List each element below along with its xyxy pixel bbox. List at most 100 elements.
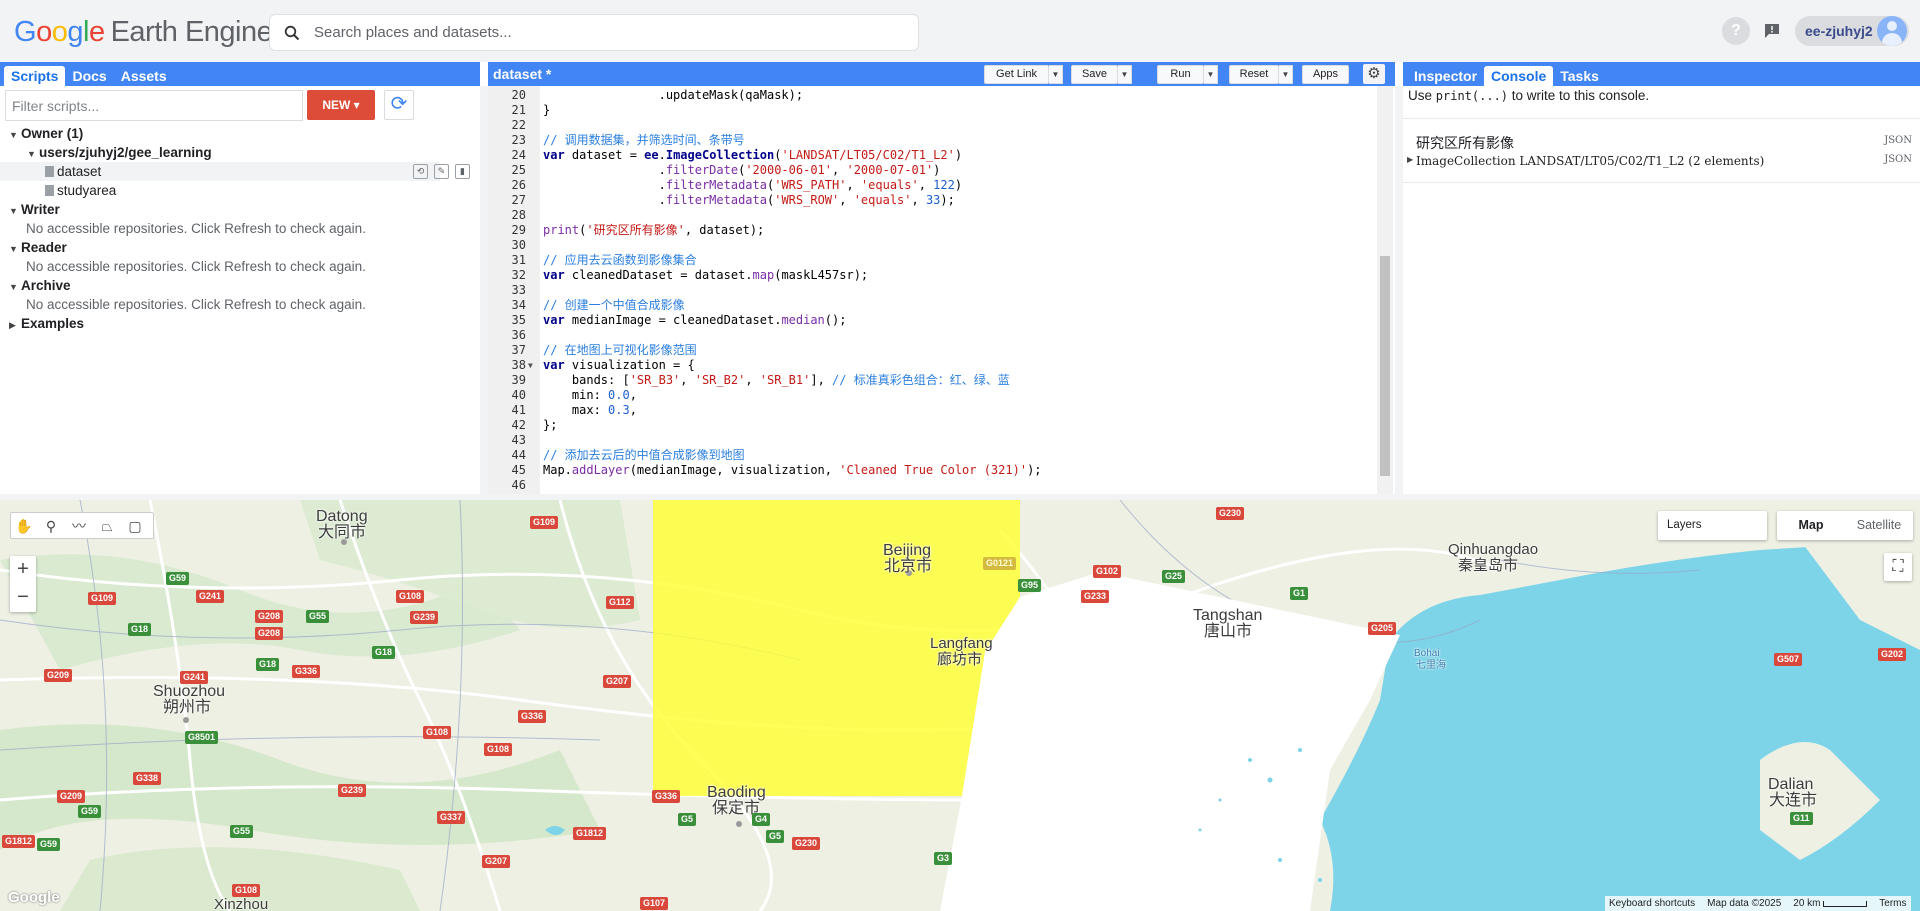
code-line[interactable]: 35 var medianImage = cleanedDataset.media…	[488, 313, 1378, 328]
avatar[interactable]	[1877, 16, 1907, 46]
code-line[interactable]: 46	[488, 478, 1378, 493]
code-line[interactable]: 26 .filterMetadata('WRS_PATH', 'equals',…	[488, 178, 1378, 193]
code-line[interactable]: 22	[488, 118, 1378, 133]
tab-inspector[interactable]: Inspector	[1407, 66, 1484, 86]
code-line[interactable]: 40 min: 0.0,	[488, 388, 1378, 403]
code-line[interactable]: 34 // 创建一个中值合成影像	[488, 298, 1378, 313]
editor-scrollbar[interactable]	[1377, 86, 1393, 494]
map-type-satellite[interactable]: Satellite	[1845, 511, 1913, 540]
layers-button[interactable]: Layers	[1658, 511, 1767, 540]
script-file-studyarea[interactable]: studyarea	[45, 181, 116, 200]
line-draw-icon[interactable]: 〰	[69, 517, 89, 535]
tab-scripts[interactable]: Scripts	[4, 66, 66, 86]
earth-engine-logo[interactable]: Google Earth Engine	[14, 16, 273, 49]
new-script-button[interactable]: NEW ▾	[307, 90, 375, 120]
road-shield: G108	[396, 590, 425, 603]
marker-icon[interactable]: ⚲	[41, 517, 61, 535]
pan-hand-icon[interactable]: ✋	[14, 517, 34, 535]
tab-tasks[interactable]: Tasks	[1553, 66, 1606, 86]
fullscreen-icon[interactable]: ⛶	[1884, 553, 1912, 581]
zoom-out-button[interactable]: −	[10, 584, 36, 612]
rectangle-draw-icon[interactable]: ▢	[125, 517, 145, 535]
save-dropdown[interactable]: ▼	[1118, 65, 1132, 84]
code-line[interactable]: 29 print('研究区所有影像', dataset);	[488, 223, 1378, 238]
code-line[interactable]: 28	[488, 208, 1378, 223]
code-line[interactable]: 37 // 在地图上可视化影像范围	[488, 343, 1378, 358]
panel-splitter[interactable]	[480, 86, 488, 494]
tab-console[interactable]: Console	[1484, 66, 1554, 86]
reset-dropdown[interactable]: ▼	[1279, 65, 1293, 84]
tree-examples[interactable]: ▶ Examples	[9, 314, 84, 333]
code-line[interactable]: 25 .filterDate('2000-06-01', '2000-07-01…	[488, 163, 1378, 178]
keyboard-shortcuts-link[interactable]: Keyboard shortcuts	[1609, 896, 1695, 911]
code-line[interactable]: 24 var dataset = ee.ImageCollection('LAND…	[488, 148, 1378, 163]
code-text: // 添加去云后的中值合成影像到地图	[543, 448, 745, 462]
run-button[interactable]: Run	[1157, 65, 1204, 84]
refresh-icon[interactable]: ⟳	[384, 90, 414, 120]
history-icon[interactable]: ⟲	[413, 164, 428, 179]
caret-down-icon: ▾	[353, 98, 360, 112]
code-line[interactable]: 36	[488, 328, 1378, 343]
code-line[interactable]: 39 bands: ['SR_B3', 'SR_B2', 'SR_B1'], /…	[488, 373, 1378, 388]
map-type-map[interactable]: Map	[1777, 511, 1845, 540]
tree-archive[interactable]: ▼ Archive	[9, 276, 71, 295]
edit-icon[interactable]: ✎	[434, 164, 449, 179]
code-line[interactable]: 20 .updateMask(qaMask);	[488, 88, 1378, 103]
json-link[interactable]: JSON	[1884, 154, 1912, 165]
code-line[interactable]: 32 var cleanedDataset = dataset.map(maskL…	[488, 268, 1378, 283]
line-number: 25	[511, 163, 526, 177]
get-link-dropdown[interactable]: ▼	[1049, 65, 1063, 84]
delete-icon[interactable]: ▮	[455, 164, 470, 179]
tree-owner[interactable]: ▼ Owner (1)	[9, 124, 83, 143]
save-button[interactable]: Save	[1071, 65, 1118, 84]
zoom-in-button[interactable]: +	[10, 556, 36, 584]
get-link-button[interactable]: Get Link	[984, 65, 1049, 84]
tree-writer[interactable]: ▼ Writer	[9, 200, 60, 219]
tree-reader[interactable]: ▼ Reader	[9, 238, 67, 257]
road-shield: G18	[128, 623, 152, 636]
map-scale[interactable]: 20 km	[1793, 896, 1868, 911]
help-icon[interactable]: ?	[1722, 17, 1750, 45]
road-shield: G202	[1878, 648, 1907, 661]
zoom-control: + −	[10, 556, 36, 612]
code-line[interactable]: 31 // 应用去云函数到影像集合	[488, 253, 1378, 268]
console-hint: Use print(...) to write to this console.	[1408, 88, 1649, 103]
map-canvas[interactable]: Datong 大同市 Beijing 北京市 Langfang 廊坊市 Tang…	[0, 500, 1920, 911]
code-line[interactable]: 42};	[488, 418, 1378, 433]
json-link[interactable]: JSON	[1884, 135, 1912, 146]
code-line[interactable]: 44 // 添加去云后的中值合成影像到地图	[488, 448, 1378, 463]
tab-assets[interactable]: Assets	[114, 66, 174, 86]
code-line[interactable]: 30	[488, 238, 1378, 253]
search-input[interactable]	[314, 24, 918, 41]
code-line[interactable]: 23 // 调用数据集，并筛选时间、条带号	[488, 133, 1378, 148]
fold-arrow-icon[interactable]: ▼	[528, 358, 533, 373]
code-editor[interactable]: 20 .updateMask(qaMask); 21} 22 23// 调用数据集，并…	[488, 86, 1395, 494]
tab-docs[interactable]: Docs	[65, 66, 113, 86]
polygon-draw-icon[interactable]: ⏢	[97, 517, 117, 535]
apps-button[interactable]: Apps	[1302, 65, 1349, 84]
line-number: 29	[511, 223, 526, 237]
reset-button[interactable]: Reset	[1229, 65, 1279, 84]
code-line[interactable]: 38 ▼ var visualization = {	[488, 358, 1378, 373]
code-line[interactable]: 43	[488, 433, 1378, 448]
road-shield: G205	[1368, 622, 1397, 635]
expand-arrow-icon[interactable]: ▶	[1407, 155, 1413, 164]
line-number: 41	[511, 403, 526, 417]
code-line[interactable]: 21}	[488, 103, 1378, 118]
code-line[interactable]: 45 Map.addLayer(medianImage, visualizatio…	[488, 463, 1378, 478]
console-output-collection[interactable]: ▶ ImageCollection LANDSAT/LT05/C02/T1_L2…	[1403, 149, 1920, 171]
code-line[interactable]: 27 .filterMetadata('WRS_ROW', 'equals', …	[488, 193, 1378, 208]
hint-code: print(...)	[1435, 89, 1509, 103]
filter-scripts-input[interactable]	[5, 90, 303, 121]
code-line[interactable]: 33	[488, 283, 1378, 298]
gear-icon[interactable]: ⚙	[1363, 64, 1385, 84]
run-dropdown[interactable]: ▼	[1204, 65, 1218, 84]
road-shield: G102	[1093, 565, 1122, 578]
code-line[interactable]: 41 max: 0.3,	[488, 403, 1378, 418]
terms-link[interactable]: Terms	[1879, 896, 1906, 911]
feedback-icon[interactable]	[1758, 17, 1786, 45]
search-box[interactable]	[269, 14, 919, 51]
script-file-dataset[interactable]: dataset ⟲ ✎ ▮	[0, 162, 470, 181]
tree-repo[interactable]: ▼ users/zjuhyj2/gee_learning	[27, 143, 212, 162]
panel-splitter[interactable]	[1395, 86, 1403, 494]
